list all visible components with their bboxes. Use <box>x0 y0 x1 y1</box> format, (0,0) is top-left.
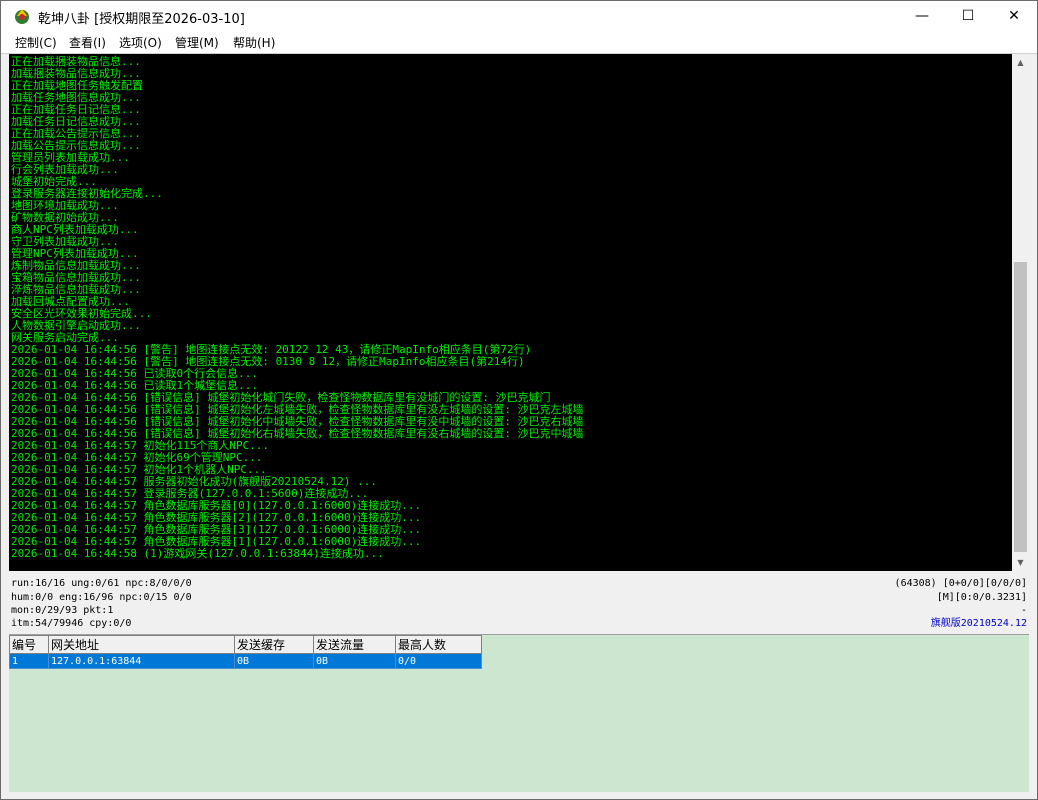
status-dash: - <box>1020 605 1027 616</box>
app-logo-icon <box>15 9 29 24</box>
menu-control[interactable]: 控制(C) <box>15 34 57 51</box>
cell-address: 127.0.0.1:63844 <box>48 653 235 669</box>
window-title: 乾坤八卦 [授权期限至2026-03-10] <box>38 12 245 27</box>
scroll-up-icon[interactable]: ▲ <box>1012 54 1029 71</box>
gateway-table: 编号 网关地址 发送缓存 发送流量 最高人数 1 127.0.0.1:63844… <box>9 635 482 669</box>
maximize-icon: ☐ <box>961 8 975 24</box>
col-header-send-traffic[interactable]: 发送流量 <box>313 635 396 654</box>
log-console[interactable]: 正在加载捆装物品信息... 加载捆装物品信息成功... 正在加载地图任务触发配置 加载… <box>9 54 1012 571</box>
menu-bar: 控制(C) 查看(I) 选项(O) 管理(M) 帮助(H) <box>1 31 1037 54</box>
gateway-grid: 编号 网关地址 发送缓存 发送流量 最高人数 1 127.0.0.1:63844… <box>9 634 1029 792</box>
scroll-down-icon[interactable]: ▼ <box>1012 554 1029 571</box>
cell-send-traffic: 0B <box>313 653 396 669</box>
cell-send-buffer: 0B <box>234 653 314 669</box>
status-hum: hum:0/0 eng:16/96 npc:0/15 0/0 <box>11 592 192 603</box>
status-run: run:16/16 ung:0/61 npc:8/0/0/0 <box>11 578 192 589</box>
minimize-icon: — <box>915 8 929 24</box>
version-label: 旗舰版20210524.12 <box>930 618 1027 629</box>
close-icon: ✕ <box>1008 8 1020 24</box>
title-bar[interactable]: 乾坤八卦 [授权期限至2026-03-10] — ☐ ✕ <box>1 1 1037 31</box>
col-header-address[interactable]: 网关地址 <box>48 635 235 654</box>
table-row[interactable]: 1 127.0.0.1:63844 0B 0B 0/0 <box>9 653 482 669</box>
table-header-row: 编号 网关地址 发送缓存 发送流量 最高人数 <box>9 635 482 654</box>
status-connections: (64308) [0+0/0][0/0/0] <box>894 578 1027 589</box>
minimize-button[interactable]: — <box>899 1 945 31</box>
col-header-max-users[interactable]: 最高人数 <box>395 635 482 654</box>
menu-manage[interactable]: 管理(M) <box>175 34 219 51</box>
log-scrollbar[interactable]: ▲ ▼ <box>1012 54 1029 571</box>
status-itm: itm:54/79946 cpy:0/0 <box>11 618 132 629</box>
menu-help[interactable]: 帮助(H) <box>233 34 275 51</box>
maximize-button[interactable]: ☐ <box>945 1 991 31</box>
status-panel: run:16/16 ung:0/61 npc:8/0/0/0 hum:0/0 e… <box>9 572 1029 634</box>
scroll-thumb[interactable] <box>1014 262 1027 552</box>
status-mon: mon:0/29/93 pkt:1 <box>11 605 114 616</box>
menu-options[interactable]: 选项(O) <box>119 34 162 51</box>
col-header-send-buffer[interactable]: 发送缓存 <box>234 635 314 654</box>
close-button[interactable]: ✕ <box>991 1 1037 31</box>
app-window: 乾坤八卦 [授权期限至2026-03-10] — ☐ ✕ 控制(C) 查看(I)… <box>0 0 1038 800</box>
cell-max-users: 0/0 <box>395 653 482 669</box>
status-memory: [M][0:0/0.3231] <box>936 592 1027 603</box>
col-header-id[interactable]: 编号 <box>9 635 49 654</box>
log-line: 2026-01-04 16:44:58 (1)游戏网关(127.0.0.1:63… <box>11 547 384 560</box>
menu-view[interactable]: 查看(I) <box>69 34 106 51</box>
cell-id: 1 <box>9 653 49 669</box>
